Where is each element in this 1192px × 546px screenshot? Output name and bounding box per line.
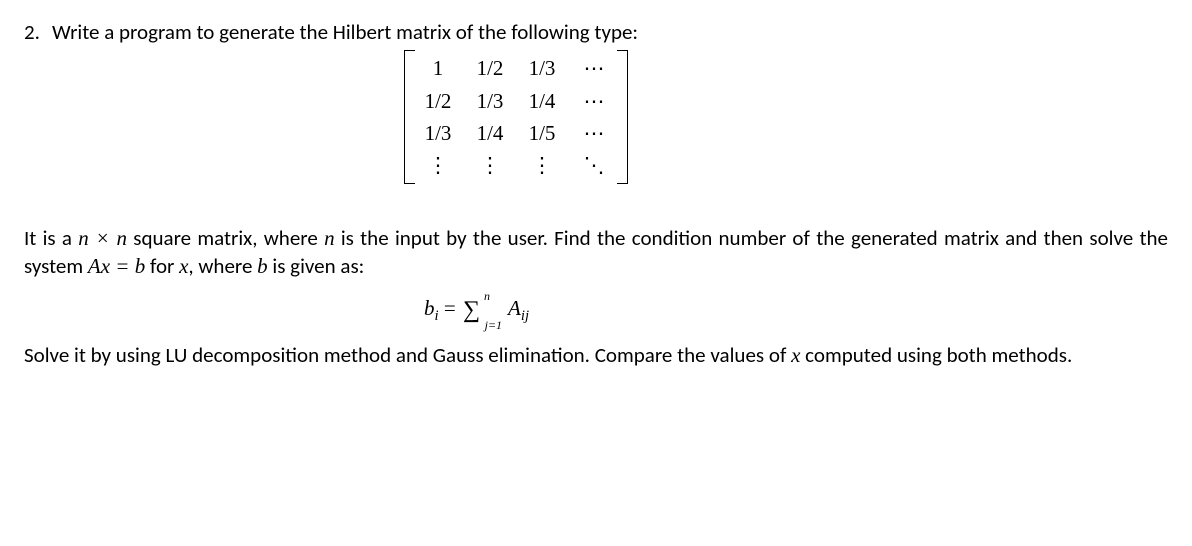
formula-bi: bi = ∑nj=1Aij — [424, 294, 1168, 327]
text: Solve it by using LU decomposition metho… — [24, 342, 791, 368]
matrix-cell: 1/3 — [525, 54, 559, 82]
question-prompt: Write a program to generate the Hilbert … — [52, 18, 638, 46]
sum-upper: n — [484, 288, 490, 304]
matrix-cell: ⋱ — [577, 151, 611, 179]
matrix-cell: 1 — [421, 54, 455, 82]
sum-lower: j=1 — [485, 317, 502, 333]
text: , where — [188, 253, 257, 279]
formula-eq: = — [439, 296, 461, 320]
matrix-cell: 1/3 — [421, 119, 455, 147]
hilbert-matrix: 1 1/2 1/3 ⋯ 1/2 1/3 1/4 ⋯ 1/3 1/4 1/5 ⋯ … — [404, 50, 1168, 183]
paragraph-2: Solve it by using LU decomposition metho… — [24, 341, 1168, 369]
text: is given as: — [268, 253, 365, 279]
matrix-cell: 1/2 — [473, 54, 507, 82]
paragraph-1: It is a n × n square matrix, where n is … — [24, 224, 1168, 281]
matrix-cell: 1/4 — [473, 119, 507, 147]
question-number: 2. — [24, 18, 52, 46]
matrix-cell: 1/2 — [421, 87, 455, 115]
matrix-cell: ⋮ — [473, 151, 507, 179]
matrix-cell: 1/5 — [525, 119, 559, 147]
formula-b: b — [424, 296, 435, 320]
formula-A: A — [508, 296, 521, 320]
math-axb: Ax = b — [88, 254, 145, 278]
matrix-left-bracket — [404, 50, 415, 183]
matrix-cell: ⋮ — [525, 151, 559, 179]
question-line: 2. Write a program to generate the Hilbe… — [24, 18, 1168, 46]
matrix-grid: 1 1/2 1/3 ⋯ 1/2 1/3 1/4 ⋯ 1/3 1/4 1/5 ⋯ … — [417, 50, 615, 183]
matrix-cell: ⋯ — [577, 119, 611, 147]
matrix-cell: ⋮ — [421, 151, 455, 179]
math-b: b — [257, 254, 268, 278]
matrix-cell: 1/4 — [525, 87, 559, 115]
sum-symbol: ∑nj=1 — [463, 294, 480, 326]
text: It is a — [24, 225, 78, 251]
math-n: n — [324, 226, 335, 250]
matrix-cell: ⋯ — [577, 54, 611, 82]
math-nxn: n × n — [78, 226, 127, 250]
text: square matrix, where — [127, 225, 324, 251]
text: computed using both methods. — [800, 342, 1072, 368]
matrix-right-bracket — [617, 50, 628, 183]
matrix-cell: ⋯ — [577, 87, 611, 115]
matrix-cell: 1/3 — [473, 87, 507, 115]
text: for — [145, 253, 179, 279]
sigma: ∑ — [463, 297, 480, 323]
formula-ij: ij — [521, 309, 529, 325]
